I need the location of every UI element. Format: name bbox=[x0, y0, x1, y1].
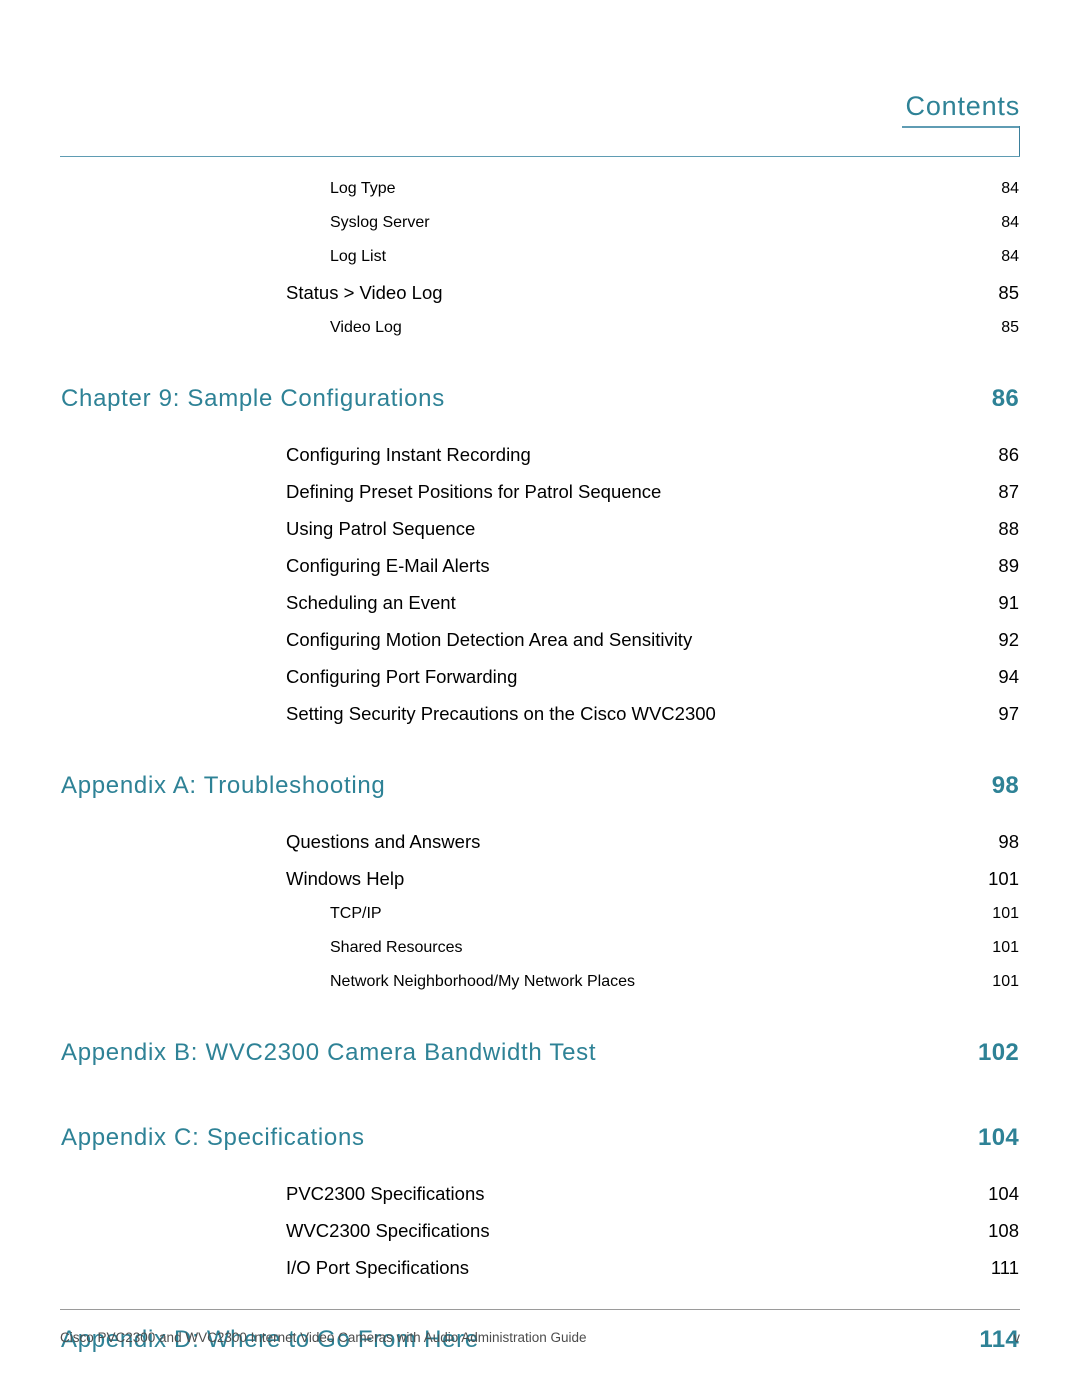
toc-entry-page-number: 91 bbox=[998, 591, 1019, 613]
toc-entry-page-number: 98 bbox=[998, 830, 1019, 852]
toc-entry-page-number: 89 bbox=[998, 554, 1019, 576]
toc-entry[interactable]: Windows Help 101 bbox=[0, 860, 1080, 897]
toc-entry[interactable]: Setting Security Precautions on the Cisc… bbox=[0, 695, 1080, 732]
toc-entry-label: Network Neighborhood/My Network Places bbox=[330, 973, 636, 990]
toc-entry-label: Configuring Motion Detection Area and Se… bbox=[286, 628, 693, 650]
toc-entry-label: Syslog Server bbox=[330, 214, 430, 231]
toc-entry[interactable]: Questions and Answers 98 bbox=[0, 823, 1080, 860]
page-footer: Cisco PVC2300 and WVC2300 Internet Video… bbox=[0, 1287, 1080, 1397]
footer-document-title: Cisco PVC2300 and WVC2300 Internet Video… bbox=[60, 1330, 587, 1345]
toc-entry-page-number: 111 bbox=[990, 1256, 1019, 1278]
toc-entry-page-number: 87 bbox=[998, 480, 1019, 502]
toc-entry-label: Chapter 9: Sample Configurations bbox=[61, 385, 445, 412]
toc-entry[interactable]: Defining Preset Positions for Patrol Seq… bbox=[0, 473, 1080, 510]
toc-entry[interactable]: Log List 84 bbox=[0, 240, 1080, 274]
toc-entry-label: Configuring Instant Recording bbox=[286, 443, 531, 465]
toc-entry-label: Appendix A: Troubleshooting bbox=[61, 772, 386, 799]
toc-entry-label: Setting Security Precautions on the Cisc… bbox=[286, 702, 716, 724]
toc-entry-label: PVC2300 Specifications bbox=[286, 1182, 485, 1204]
toc-entry-label: WVC2300 Specifications bbox=[286, 1219, 490, 1241]
toc-entry[interactable]: Log Type 84 bbox=[0, 172, 1080, 206]
page-title: Contents bbox=[905, 91, 1020, 121]
toc-entry-page-number: 86 bbox=[998, 443, 1019, 465]
toc-entry-label: Scheduling an Event bbox=[286, 591, 456, 613]
header-vertical-rule bbox=[1019, 126, 1020, 157]
toc-entry[interactable]: Status > Video Log 85 bbox=[0, 274, 1080, 311]
toc-entry-label: Configuring E-Mail Alerts bbox=[286, 554, 490, 576]
toc-entry-page-number: 85 bbox=[998, 281, 1019, 303]
toc-entry-page-number: 97 bbox=[998, 702, 1019, 724]
toc-entry[interactable]: Network Neighborhood/My Network Places 10… bbox=[0, 965, 1080, 999]
toc-entry-page-number: 86 bbox=[991, 385, 1019, 412]
toc-entry-page-number: 108 bbox=[988, 1219, 1019, 1241]
toc-entry-label: Status > Video Log bbox=[286, 281, 443, 303]
toc-entry[interactable]: Using Patrol Sequence 88 bbox=[0, 510, 1080, 547]
toc-entry-label: Shared Resources bbox=[330, 939, 463, 956]
toc-entry-page-number: 84 bbox=[1001, 180, 1019, 197]
toc-entry[interactable]: Appendix A: Troubleshooting 98 bbox=[0, 755, 1080, 817]
toc-entry-label: Questions and Answers bbox=[286, 830, 481, 852]
toc-entry-label: Log List bbox=[330, 248, 387, 265]
footer-content: Cisco PVC2300 and WVC2300 Internet Video… bbox=[60, 1329, 1020, 1347]
toc-entry-page-number: 84 bbox=[1001, 214, 1019, 231]
toc-entry[interactable]: Appendix C: Specifications 104 bbox=[0, 1107, 1080, 1169]
footer-rule bbox=[60, 1309, 1020, 1310]
toc-entry[interactable]: Chapter 9: Sample Configurations 86 bbox=[0, 368, 1080, 430]
title-underline bbox=[902, 126, 1020, 128]
toc-entry-label: TCP/IP bbox=[330, 905, 382, 922]
toc-entry-page-number: 85 bbox=[1001, 319, 1019, 336]
toc-entry[interactable]: TCP/IP 101 bbox=[0, 897, 1080, 931]
toc-entry-page-number: 84 bbox=[1001, 248, 1019, 265]
toc-entry[interactable]: I/O Port Specifications 111 bbox=[0, 1249, 1080, 1286]
toc-entry[interactable]: Configuring E-Mail Alerts 89 bbox=[0, 547, 1080, 584]
toc-entry-label: Appendix C: Specifications bbox=[61, 1124, 365, 1151]
toc-entry[interactable]: Shared Resources 101 bbox=[0, 931, 1080, 965]
toc-entry[interactable]: WVC2300 Specifications 108 bbox=[0, 1212, 1080, 1249]
toc-entry-page-number: 94 bbox=[998, 665, 1019, 687]
toc-entry-label: Log Type bbox=[330, 180, 396, 197]
toc-entry-label: I/O Port Specifications bbox=[286, 1256, 470, 1278]
toc-entry-label: Defining Preset Positions for Patrol Seq… bbox=[286, 480, 662, 502]
toc-entry-label: Appendix B: WVC2300 Camera Bandwidth Tes… bbox=[61, 1039, 597, 1066]
toc-entry[interactable]: Syslog Server 84 bbox=[0, 206, 1080, 240]
toc-entry-page-number: 98 bbox=[991, 772, 1019, 799]
toc-entry-page-number: 101 bbox=[992, 973, 1019, 990]
toc-entry[interactable]: Configuring Motion Detection Area and Se… bbox=[0, 621, 1080, 658]
toc-entry-page-number: 101 bbox=[992, 905, 1019, 922]
toc-entry-label: Windows Help bbox=[286, 867, 405, 889]
toc-entry-page-number: 104 bbox=[978, 1124, 1019, 1151]
table-of-contents: Log Type 84 Syslog Server 84 Log List 84 Statu… bbox=[0, 172, 1080, 1377]
toc-entry-page-number: 92 bbox=[998, 628, 1019, 650]
toc-entry[interactable]: Video Log 85 bbox=[0, 311, 1080, 345]
footer-page-number: v bbox=[1013, 1330, 1020, 1345]
toc-entry-label: Using Patrol Sequence bbox=[286, 517, 476, 539]
header-horizontal-rule bbox=[60, 156, 1020, 157]
toc-entry[interactable]: Scheduling an Event 91 bbox=[0, 584, 1080, 621]
toc-entry-page-number: 88 bbox=[998, 517, 1019, 539]
toc-entry-label: Video Log bbox=[330, 319, 402, 336]
document-page: Contents Log Type 84 Syslog Server 84 Log Li… bbox=[0, 0, 1080, 1397]
toc-entry-page-number: 101 bbox=[992, 939, 1019, 956]
toc-entry-page-number: 101 bbox=[988, 867, 1019, 889]
toc-entry[interactable]: Configuring Instant Recording 86 bbox=[0, 436, 1080, 473]
toc-entry-label: Configuring Port Forwarding bbox=[286, 665, 518, 687]
page-header: Contents bbox=[0, 0, 1080, 160]
toc-entry-page-number: 104 bbox=[988, 1182, 1019, 1204]
toc-entry[interactable]: PVC2300 Specifications 104 bbox=[0, 1175, 1080, 1212]
toc-entry[interactable]: Appendix B: WVC2300 Camera Bandwidth Tes… bbox=[0, 1022, 1080, 1084]
toc-entry-page-number: 102 bbox=[978, 1039, 1019, 1066]
toc-entry[interactable]: Configuring Port Forwarding 94 bbox=[0, 658, 1080, 695]
